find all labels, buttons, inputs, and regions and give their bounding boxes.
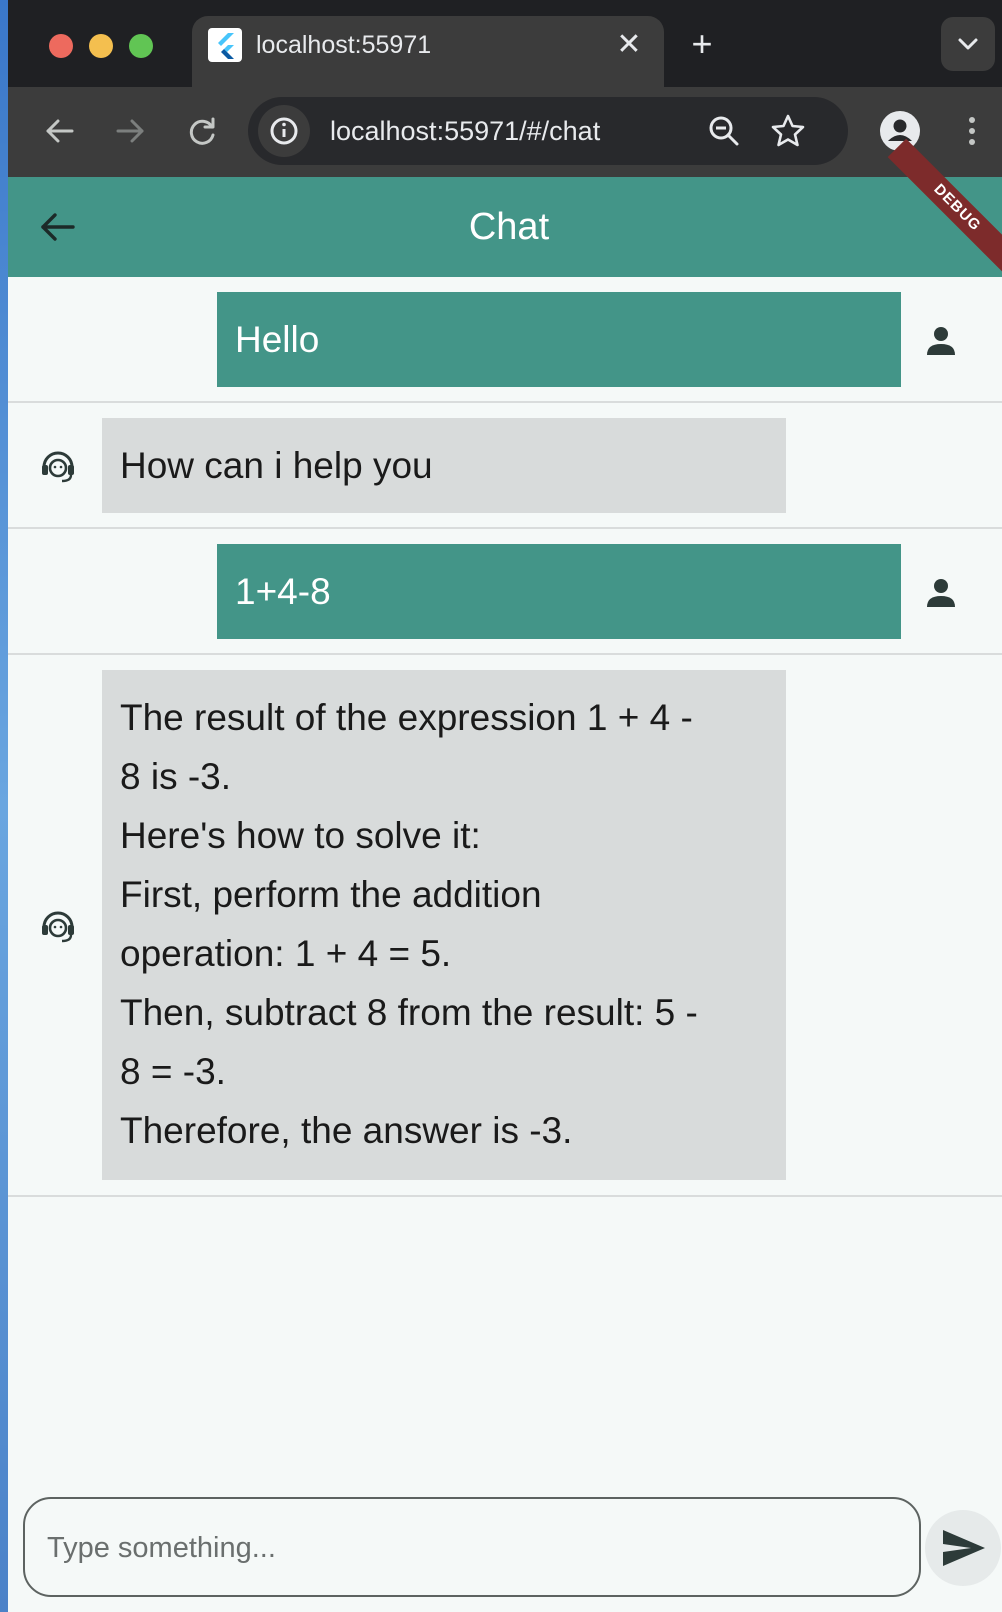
bot-message-bubble: How can i help you: [102, 418, 786, 513]
window-minimize-button[interactable]: [89, 34, 113, 58]
close-icon[interactable]: ✕: [612, 28, 646, 62]
url-text: localhost:55971/#/chat: [330, 116, 601, 146]
message-text-line: The result of the expression 1 + 4 -: [120, 697, 693, 738]
bot-message-bubble: The result of the expression 1 + 4 - 8 i…: [102, 670, 786, 1180]
chevron-down-icon: [958, 38, 978, 50]
plus-icon[interactable]: +: [680, 26, 724, 62]
address-bar[interactable]: localhost:55971/#/chat: [248, 97, 848, 165]
tab-strip: localhost:55971 ✕ +: [8, 0, 1002, 87]
message-text: 1+4-8: [235, 571, 331, 612]
message-input-container: [23, 1497, 921, 1597]
tab-title: localhost:55971: [256, 31, 432, 59]
message-text: How can i help you: [120, 445, 433, 486]
person-icon: [927, 579, 955, 607]
info-icon: [270, 117, 298, 145]
forward-button[interactable]: [106, 107, 154, 155]
message-row-bot: How can i help you: [8, 403, 1002, 529]
message-text-line: operation: 1 + 4 = 5.: [120, 933, 452, 974]
message-row-bot: The result of the expression 1 + 4 - 8 i…: [8, 655, 1002, 1197]
message-text-line: Therefore, the answer is -3.: [120, 1110, 573, 1151]
reload-icon: [189, 117, 215, 145]
back-button[interactable]: [36, 107, 84, 155]
kebab-menu-icon: [969, 117, 975, 145]
browser-menu-button[interactable]: [948, 107, 996, 155]
window-close-button[interactable]: [49, 34, 73, 58]
site-info-button[interactable]: [258, 105, 310, 157]
message-input[interactable]: [45, 1499, 909, 1597]
user-message-bubble: 1+4-8: [217, 544, 901, 639]
zoom-out-icon[interactable]: [704, 111, 744, 151]
tab-search-button[interactable]: [941, 17, 995, 71]
message-text-line: Here's how to solve it:: [120, 815, 481, 856]
message-text: Hello: [235, 319, 320, 360]
send-icon: [943, 1530, 985, 1566]
browser-window: localhost:55971 ✕ + localhost:55971/#/ch…: [8, 0, 1002, 1612]
send-button[interactable]: [925, 1510, 1001, 1586]
window-zoom-button[interactable]: [129, 34, 153, 58]
app-bar: Chat DEBUG: [8, 138, 1002, 278]
message-text-line: Then, subtract 8 from the result: 5 -: [120, 992, 698, 1033]
person-icon: [927, 327, 955, 355]
chat-message-list: Hello How can i help you 1+4-8 The resul…: [8, 277, 1002, 1197]
support-agent-icon: [42, 451, 74, 483]
arrow-left-icon: [46, 119, 74, 143]
arrow-right-icon: [116, 119, 144, 143]
browser-tab[interactable]: localhost:55971 ✕: [192, 16, 664, 87]
message-row-user: 1+4-8: [8, 529, 1002, 655]
user-message-bubble: Hello: [217, 292, 901, 387]
message-row-user: Hello: [8, 277, 1002, 403]
desktop-background: [0, 0, 8, 1612]
support-agent-icon: [42, 911, 74, 943]
flutter-favicon-icon: [208, 28, 242, 62]
star-icon[interactable]: [768, 111, 808, 151]
message-text-line: 8 = -3.: [120, 1051, 226, 1092]
browser-toolbar: localhost:55971/#/chat: [8, 87, 1002, 177]
reload-button[interactable]: [178, 107, 226, 155]
message-text-line: First, perform the addition: [120, 874, 542, 915]
page-title: Chat: [468, 206, 550, 248]
message-text-line: 8 is -3.: [120, 756, 232, 797]
